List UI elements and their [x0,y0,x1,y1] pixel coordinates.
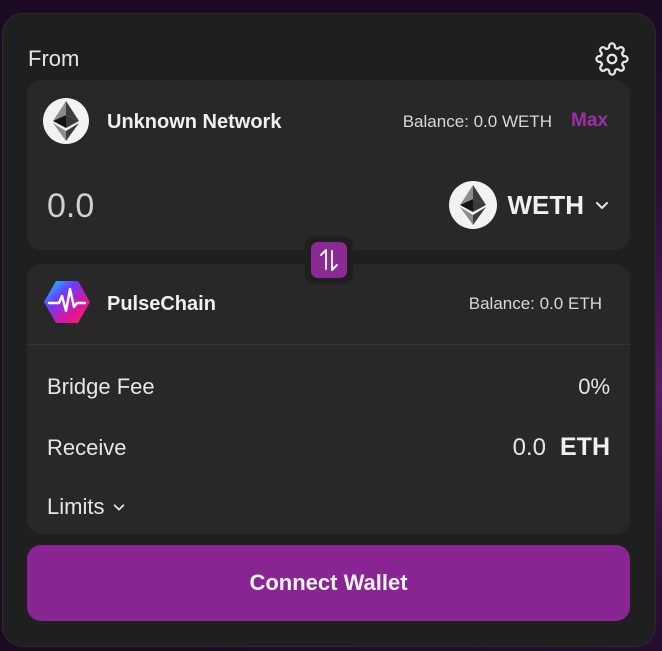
receive-symbol: ETH [560,433,610,461]
max-button[interactable]: Max [571,110,608,132]
receive-value: 0.0 ETH [513,433,610,462]
source-panel: Unknown Network Balance: 0.0 WETH Max WE… [27,80,630,250]
destination-network-name: PulseChain [107,293,216,315]
source-balance: Balance: 0.0 WETH [402,112,552,131]
destination-panel: PulseChain Balance: 0.0 ETH Bridge Fee 0… [27,264,630,534]
ethereum-icon [449,181,498,229]
from-label: From [28,46,80,71]
gear-icon[interactable] [595,42,629,76]
amount-input[interactable] [45,182,289,230]
receive-amount: 0.0 [512,434,546,461]
pulsechain-icon [44,281,90,323]
bridge-fee-label: Bridge Fee [47,374,155,399]
connect-wallet-button[interactable]: Connect Wallet [27,545,630,621]
token-symbol: WETH [507,189,584,220]
bridge-card: From Unknown Network Balance: 0.0 WETH M… [3,14,655,646]
destination-balance: Balance: 0.0 ETH [468,294,602,313]
limits-label: Limits [47,494,105,519]
swap-arrows-icon[interactable] [311,242,347,278]
token-selector[interactable]: WETH [449,180,610,230]
bridge-fee-value: 0% [578,374,610,399]
ethereum-icon [43,98,89,144]
chevron-down-icon [596,202,608,209]
receive-label: Receive [47,435,127,460]
limits-toggle[interactable]: Limits [47,494,126,520]
chevron-down-icon [114,504,125,511]
source-network-name: Unknown Network [107,111,282,133]
divider [27,344,630,345]
swap-direction-button[interactable] [305,236,353,284]
